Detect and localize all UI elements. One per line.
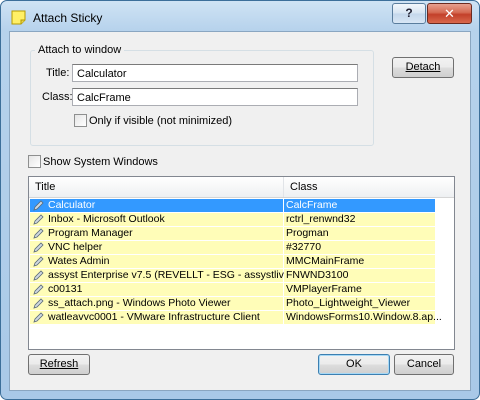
row-class-cell: #32770: [284, 241, 435, 254]
cancel-button[interactable]: Cancel: [394, 354, 454, 375]
refresh-button-label: Refresh: [39, 358, 79, 370]
only-visible-label: Only if visible (not minimized): [89, 115, 233, 127]
row-class-cell: rctrl_renwnd32: [284, 213, 435, 226]
title-label: Title:: [46, 67, 70, 79]
row-title-cell: watleavvc0001 - VMware Infrastructure Cl…: [30, 311, 283, 324]
class-field[interactable]: CalcFrame: [72, 88, 358, 106]
title-field[interactable]: Calculator: [72, 64, 358, 82]
column-header-title[interactable]: Title: [29, 177, 283, 197]
pencil-icon: [33, 214, 44, 225]
pencil-icon: [33, 200, 44, 211]
refresh-button[interactable]: Refresh: [28, 354, 90, 375]
title-bar[interactable]: Attach Sticky ? ✕: [1, 1, 479, 33]
row-class-cell: CalcFrame: [284, 199, 435, 212]
class-label: Class:: [42, 91, 73, 103]
row-title: Calculator: [48, 199, 96, 211]
row-class: FNWND3100: [286, 269, 349, 281]
dialog-client-area: Attach to window Title: Calculator Class…: [9, 31, 471, 391]
only-visible-checkbox[interactable]: [74, 114, 87, 127]
row-title: Wates Admin: [48, 255, 110, 267]
row-class: #32770: [286, 241, 322, 253]
sticky-note-icon: [11, 10, 26, 25]
row-class: WindowsForms10.Window.8.ap...: [286, 311, 442, 323]
close-button[interactable]: ✕: [427, 3, 472, 24]
list-row[interactable]: Inbox - Microsoft Outlook rctrl_renwnd32: [30, 213, 435, 226]
list-row[interactable]: c00131 VMPlayerFrame: [30, 283, 435, 296]
list-row[interactable]: assyst Enterprise v7.5 (REVELLT - ESG - …: [30, 269, 435, 282]
dialog-window: Attach Sticky ? ✕ Attach to window Title…: [0, 0, 480, 400]
row-title-cell: assyst Enterprise v7.5 (REVELLT - ESG - …: [30, 269, 293, 282]
pencil-icon: [33, 228, 44, 239]
row-class: Progman: [286, 227, 329, 239]
pencil-icon: [33, 298, 44, 309]
row-class-cell: VMPlayerFrame: [284, 283, 435, 296]
row-title-cell: c00131: [30, 283, 283, 296]
row-title: ss_attach.png - Windows Photo Viewer: [48, 297, 231, 309]
pencil-icon: [33, 284, 44, 295]
row-title: Inbox - Microsoft Outlook: [48, 213, 165, 225]
show-system-windows-checkbox[interactable]: [28, 155, 41, 168]
row-class-cell: Photo_Lightweight_Viewer: [284, 297, 435, 310]
column-header-class[interactable]: Class: [284, 177, 454, 197]
row-class: VMPlayerFrame: [286, 283, 362, 295]
list-row[interactable]: watleavvc0001 - VMware Infrastructure Cl…: [30, 311, 442, 324]
row-class: CalcFrame: [286, 199, 338, 211]
row-title-cell: Calculator: [30, 199, 283, 212]
row-title: VNC helper: [48, 241, 103, 253]
list-row[interactable]: Wates Admin MMCMainFrame: [30, 255, 435, 268]
list-header: Title Class: [29, 177, 454, 198]
row-title-cell: Wates Admin: [30, 255, 283, 268]
row-class: Photo_Lightweight_Viewer: [286, 297, 411, 309]
row-title: Program Manager: [48, 227, 133, 239]
ok-button-label: OK: [346, 358, 362, 370]
list-row[interactable]: VNC helper #32770: [30, 241, 435, 254]
list-row[interactable]: Program Manager Progman: [30, 227, 435, 240]
row-class-cell: WindowsForms10.Window.8.ap...: [284, 311, 442, 324]
row-title-cell: Inbox - Microsoft Outlook: [30, 213, 283, 226]
row-class-cell: Progman: [284, 227, 435, 240]
row-class: MMCMainFrame: [286, 255, 365, 267]
help-button[interactable]: ?: [392, 3, 426, 24]
row-title-cell: Program Manager: [30, 227, 283, 240]
list-row[interactable]: Calculator CalcFrame: [30, 199, 435, 212]
pencil-icon: [33, 312, 44, 323]
window-title: Attach Sticky: [33, 11, 103, 25]
detach-button[interactable]: Detach: [392, 57, 454, 78]
attach-group-legend: Attach to window: [35, 44, 125, 56]
cancel-button-label: Cancel: [406, 358, 442, 370]
pencil-icon: [33, 242, 44, 253]
pencil-icon: [33, 256, 44, 267]
row-class: rctrl_renwnd32: [286, 213, 356, 225]
list-row[interactable]: ss_attach.png - Windows Photo Viewer Pho…: [30, 297, 435, 310]
row-class-cell: MMCMainFrame: [284, 255, 435, 268]
row-title-cell: ss_attach.png - Windows Photo Viewer: [30, 297, 283, 310]
ok-button[interactable]: OK: [318, 354, 390, 375]
row-title: assyst Enterprise v7.5 (REVELLT - ESG - …: [48, 269, 294, 281]
window-list[interactable]: Title Class Calculator CalcFrame Inbox -…: [28, 176, 455, 350]
row-class-cell: FNWND3100: [284, 269, 435, 282]
pencil-icon: [33, 270, 44, 281]
row-title: c00131: [48, 283, 83, 295]
detach-button-label: Detach: [405, 61, 441, 73]
row-title-cell: VNC helper: [30, 241, 283, 254]
row-title: watleavvc0001 - VMware Infrastructure Cl…: [48, 311, 260, 323]
show-system-windows-label: Show System Windows: [43, 156, 158, 168]
